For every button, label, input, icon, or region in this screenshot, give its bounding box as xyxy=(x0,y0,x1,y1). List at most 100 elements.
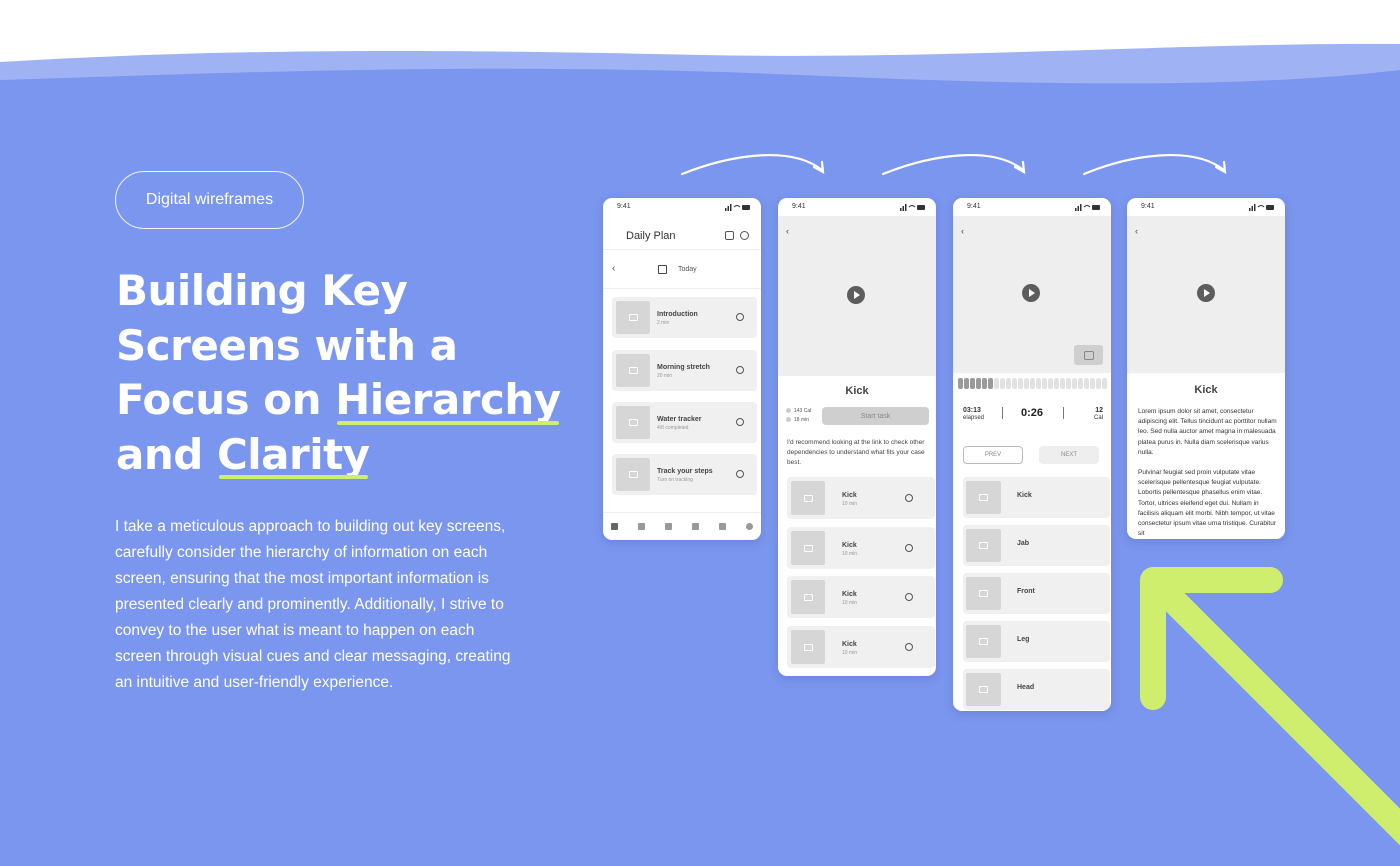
item-title: Kick xyxy=(1017,492,1032,499)
image-placeholder-icon xyxy=(616,406,650,439)
camera-icon[interactable] xyxy=(1074,345,1103,365)
image-placeholder-icon xyxy=(966,577,1001,610)
back-arrow-icon[interactable]: ‹ xyxy=(786,226,789,236)
item-title: Jab xyxy=(1017,540,1030,547)
screen-workout-timer: 9:41 ‹ 03:13 elapsed 0:26 12 Cal PREV NEXT… xyxy=(953,198,1111,711)
highlight-hierarchy: Hierarchy xyxy=(335,373,561,428)
image-placeholder-icon xyxy=(791,481,825,515)
next-button[interactable]: NEXT xyxy=(1039,446,1099,464)
list-item[interactable]: Kick xyxy=(963,477,1110,518)
countdown-timer: 0:26 xyxy=(1020,407,1044,419)
headline-line-4: and Clarity xyxy=(116,428,586,483)
body-paragraph-2: Pulvinar feugiat sed proin vulputate vit… xyxy=(1138,469,1277,538)
digital-wireframes-tag: Digital wireframes xyxy=(115,171,304,229)
progress-segment xyxy=(982,378,987,389)
progress-segment xyxy=(1054,378,1059,389)
status-time: 9:41 xyxy=(792,203,806,210)
calendar-icon[interactable] xyxy=(658,265,667,274)
list-item[interactable]: Track your steps Turn on tracking xyxy=(612,454,757,495)
list-item[interactable]: Head xyxy=(963,669,1110,710)
progress-segment xyxy=(1048,378,1053,389)
progress-segment xyxy=(958,378,963,389)
info-icon[interactable] xyxy=(905,494,913,502)
page-title: Building Key Screens with a Focus on Hie… xyxy=(116,264,586,482)
progress-segment xyxy=(1000,378,1005,389)
image-placeholder-icon xyxy=(616,301,650,334)
info-icon[interactable] xyxy=(905,544,913,552)
image-placeholder-icon xyxy=(616,354,650,387)
date-navigator: ‹ Today xyxy=(603,251,761,289)
item-title: Introduction xyxy=(657,311,698,318)
image-placeholder-icon xyxy=(616,458,650,491)
item-title: Head xyxy=(1017,684,1035,691)
highlight-clarity: Clarity xyxy=(217,428,370,483)
item-subtitle: 10 min xyxy=(842,600,858,606)
play-icon[interactable] xyxy=(1197,284,1215,302)
prev-button[interactable]: PREV xyxy=(963,446,1023,464)
profile-icon[interactable] xyxy=(746,523,753,530)
list-item[interactable]: Kick 10 min xyxy=(787,477,935,519)
list-item[interactable]: Kick 10 min xyxy=(787,527,935,569)
info-icon[interactable] xyxy=(905,643,913,651)
video-icon[interactable] xyxy=(665,523,672,530)
headline-line-1: Building Key xyxy=(116,266,408,315)
back-arrow-icon[interactable]: ‹ xyxy=(1135,226,1138,236)
signal-battery-icon xyxy=(725,204,750,211)
list-item[interactable]: Water tracker 4/8 completed xyxy=(612,402,757,443)
empty-circle-icon[interactable] xyxy=(736,366,744,374)
list-item[interactable]: Front xyxy=(963,573,1110,614)
signal-battery-icon xyxy=(1249,204,1274,211)
empty-circle-icon[interactable] xyxy=(736,418,744,426)
item-title: Kick xyxy=(842,591,857,598)
screen-header: Daily Plan xyxy=(603,216,761,250)
daily-plan-title: Daily Plan xyxy=(626,230,676,242)
image-placeholder-icon xyxy=(791,580,825,614)
back-arrow-icon[interactable]: ‹ xyxy=(961,226,964,236)
video-player[interactable]: ‹ xyxy=(1127,216,1285,373)
list-item[interactable]: Jab xyxy=(963,525,1110,566)
list-item[interactable]: Kick 10 min xyxy=(787,576,935,618)
status-time: 9:41 xyxy=(967,203,981,210)
info-icon[interactable] xyxy=(905,593,913,601)
item-title: Kick xyxy=(842,492,857,499)
play-icon[interactable] xyxy=(847,286,865,304)
play-icon[interactable] xyxy=(1022,284,1040,302)
trophy-icon[interactable] xyxy=(638,523,645,530)
duration-meta: 18 min xyxy=(786,417,809,423)
item-title: Water tracker xyxy=(657,416,702,423)
back-arrow-icon[interactable]: ‹ xyxy=(612,263,615,274)
check-circle-icon[interactable] xyxy=(736,313,744,321)
start-task-button[interactable]: Start task xyxy=(822,407,929,425)
video-player[interactable]: ‹ xyxy=(953,216,1111,373)
help-icon[interactable] xyxy=(740,231,749,240)
list-item[interactable]: Kick 10 min xyxy=(787,626,935,668)
progress-segment xyxy=(1036,378,1041,389)
progress-segment xyxy=(1024,378,1029,389)
cal-value: 12 xyxy=(1095,407,1103,414)
image-placeholder-icon xyxy=(966,481,1001,514)
progress-segment xyxy=(1018,378,1023,389)
bolt-icon[interactable] xyxy=(692,523,699,530)
chat-icon[interactable] xyxy=(725,231,734,240)
empty-circle-icon[interactable] xyxy=(736,470,744,478)
item-subtitle: 2 min xyxy=(657,320,670,326)
plan-icon[interactable] xyxy=(611,523,618,530)
signal-battery-icon xyxy=(900,204,925,211)
progress-segment xyxy=(964,378,969,389)
duration-value: 18 min xyxy=(794,417,810,423)
image-placeholder-icon xyxy=(966,673,1001,706)
star-icon[interactable] xyxy=(719,523,726,530)
progress-segment xyxy=(1006,378,1011,389)
item-title: Kick xyxy=(842,641,857,648)
status-time: 9:41 xyxy=(1141,203,1155,210)
item-title: Morning stretch xyxy=(657,364,710,371)
list-item[interactable]: Leg xyxy=(963,621,1110,662)
list-item[interactable]: Morning stretch 20 min xyxy=(612,350,757,391)
list-item[interactable]: Introduction 2 min xyxy=(612,297,757,338)
item-subtitle: 10 min xyxy=(842,650,858,656)
exercise-title: Kick xyxy=(845,385,869,397)
status-time: 9:41 xyxy=(617,203,631,210)
screen-daily-plan: 9:41 Daily Plan ‹ Today Introduction 2 m… xyxy=(603,198,761,540)
progress-segment xyxy=(1012,378,1017,389)
video-player[interactable]: ‹ xyxy=(778,216,936,376)
